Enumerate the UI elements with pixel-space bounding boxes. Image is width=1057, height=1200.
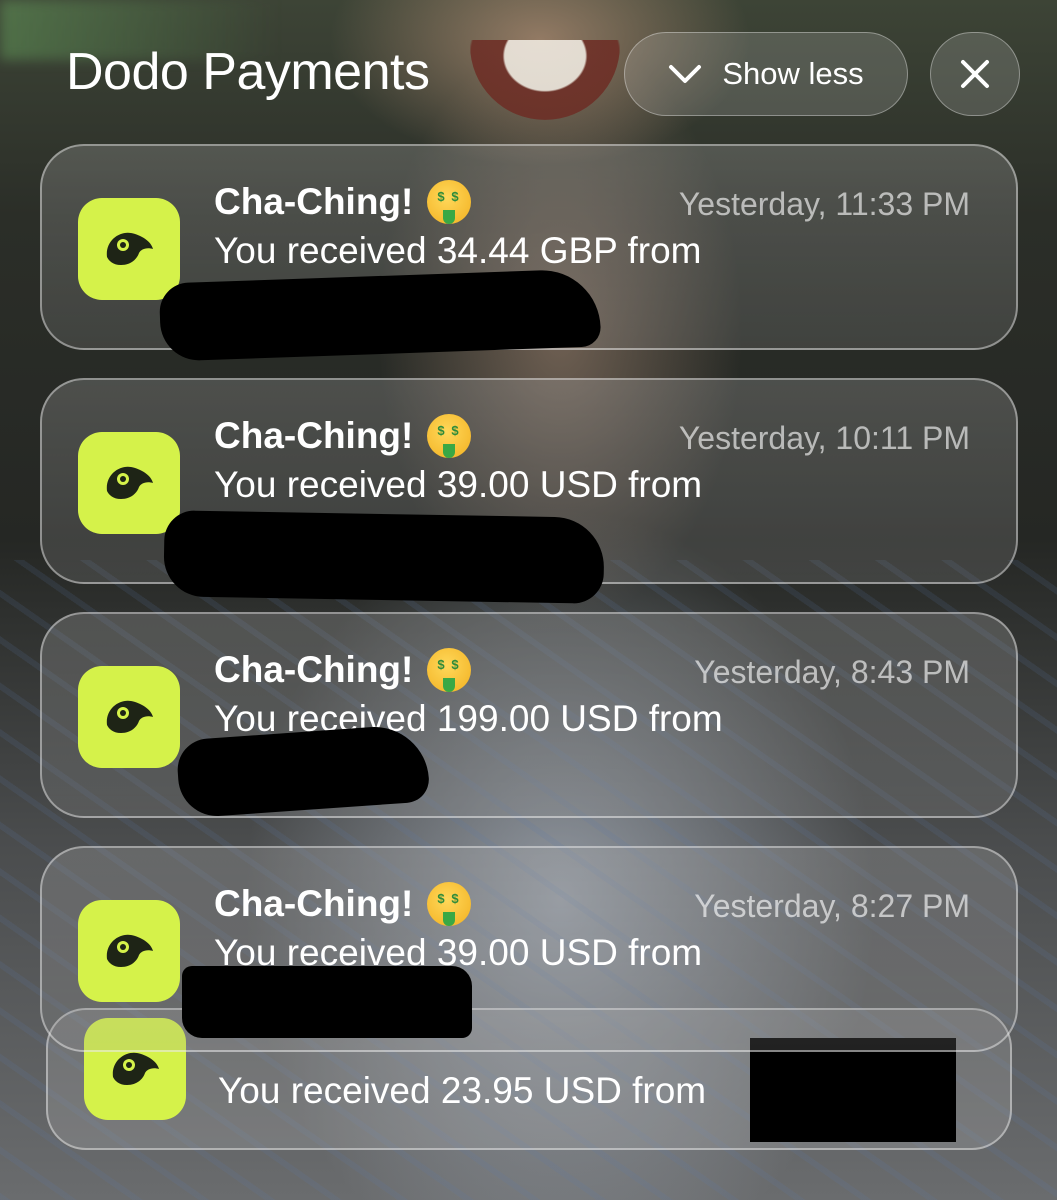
redaction-block xyxy=(175,723,431,819)
dodo-bird-icon xyxy=(78,666,180,768)
money-mouth-face-icon xyxy=(427,648,472,692)
notification-body: You received 39.00 USD from xyxy=(214,464,703,505)
dodo-bird-icon xyxy=(78,432,180,534)
notification-body: You received 34.44 GBP from xyxy=(214,230,702,271)
redaction-block xyxy=(750,1038,956,1142)
notification-time: Yesterday, 8:27 PM xyxy=(694,888,970,924)
notification-card[interactable]: Cha-Ching! Yesterday, 8:27 PM You receiv… xyxy=(40,846,1018,1052)
notification-body: You received 23.95 USD from xyxy=(218,1070,707,1111)
dodo-bird-icon xyxy=(78,900,180,1002)
chevron-down-icon xyxy=(668,64,702,84)
show-less-button[interactable]: Show less xyxy=(624,32,908,116)
redaction-block xyxy=(182,966,472,1038)
notification-title-text: Cha-Ching! xyxy=(214,883,414,924)
notification-group-title: Dodo Payments xyxy=(66,43,430,101)
money-mouth-face-icon xyxy=(427,180,472,224)
notification-time: Yesterday, 11:33 PM xyxy=(678,186,970,222)
notification-title-text: Cha-Ching! xyxy=(214,415,414,456)
notification-title: Cha-Ching! xyxy=(214,414,472,458)
notification-title: Cha-Ching! xyxy=(214,648,472,692)
money-mouth-face-icon xyxy=(427,882,472,926)
notification-card[interactable]: Cha-Ching! Yesterday, 11:33 PM You recei… xyxy=(40,144,1018,362)
show-less-label: Show less xyxy=(722,56,864,91)
notification-card[interactable]: Cha-Ching! Yesterday, 8:43 PM You receiv… xyxy=(40,612,1018,819)
notification-card[interactable]: Cha-Ching! Yesterday, 10:11 PM You recei… xyxy=(40,378,1018,604)
notification-time: Yesterday, 10:11 PM xyxy=(678,420,970,456)
notification-title: Cha-Ching! xyxy=(214,882,472,926)
notification-title: Cha-Ching! xyxy=(214,180,472,224)
redaction-block xyxy=(158,268,602,362)
notification-title-text: Cha-Ching! xyxy=(214,181,414,222)
lock-screen: Dodo Payments Show less You received 23.… xyxy=(0,0,1057,1200)
notification-title-text: Cha-Ching! xyxy=(214,649,414,690)
notification-time: Yesterday, 8:43 PM xyxy=(694,654,970,690)
redaction-block xyxy=(163,510,605,604)
close-icon xyxy=(959,58,991,90)
background-photo-detail xyxy=(470,40,620,120)
dodo-bird-icon xyxy=(78,198,180,300)
money-mouth-face-icon xyxy=(427,414,472,458)
close-button[interactable] xyxy=(930,32,1020,116)
